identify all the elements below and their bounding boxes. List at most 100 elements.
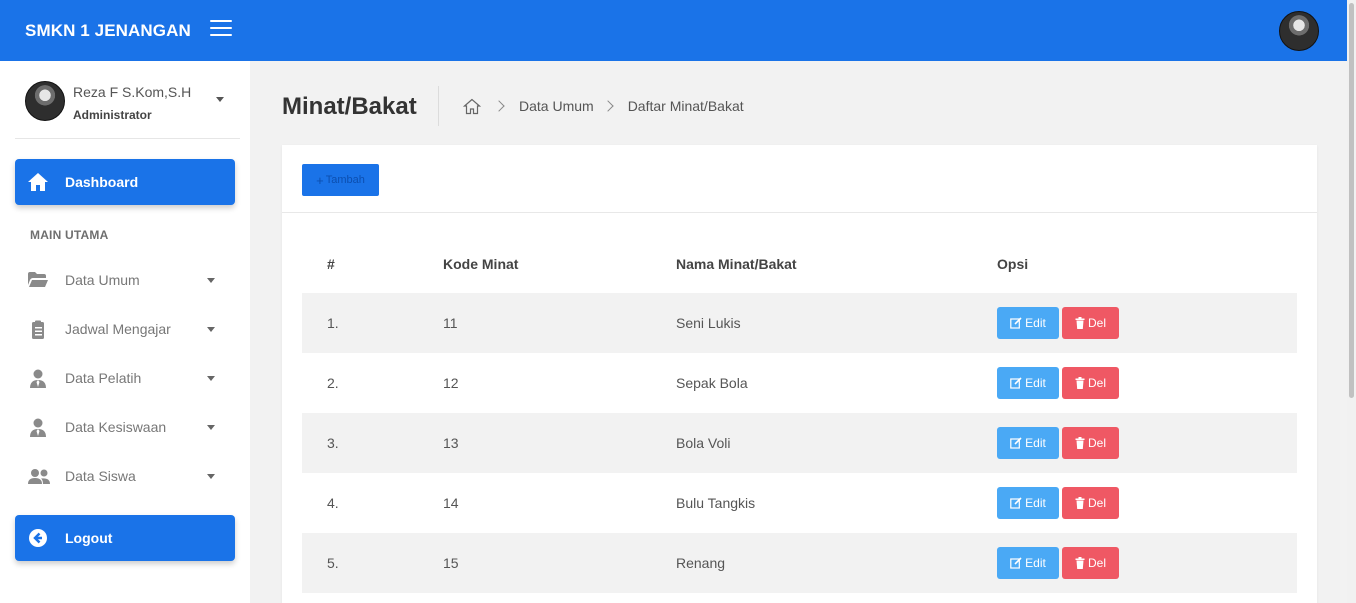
trash-icon	[1075, 377, 1085, 389]
kode-minat: 15	[443, 555, 459, 571]
page-scrollbar[interactable]	[1347, 0, 1356, 603]
sidebar: Reza F S.Kom,S.H Administrator Dashboard…	[0, 61, 250, 603]
delete-label: Del	[1087, 316, 1106, 330]
delete-label: Del	[1087, 496, 1106, 510]
hamburger-menu-icon[interactable]	[210, 20, 232, 38]
table-header: # Kode Minat Nama Minat/Bakat Opsi	[302, 233, 1297, 293]
user-tie-icon	[30, 369, 46, 388]
column-header: Kode Minat	[443, 256, 519, 272]
edit-label: Edit	[1025, 376, 1046, 390]
delete-label: Del	[1087, 436, 1106, 450]
page-title: Minat/Bakat	[282, 93, 417, 120]
delete-label: Del	[1087, 376, 1106, 390]
trash-icon	[1075, 437, 1085, 449]
kode-minat: 11	[443, 315, 458, 331]
kode-minat: 14	[443, 495, 459, 511]
edit-label: Edit	[1025, 556, 1046, 570]
chevron-down-icon	[207, 474, 215, 479]
user-role: Administrator	[73, 108, 152, 122]
row-number: 1.	[327, 315, 339, 331]
edit-label: Edit	[1025, 316, 1046, 330]
sidebar-item-label: Jadwal Mengajar	[65, 321, 171, 337]
nama-minat: Seni Lukis	[676, 315, 741, 331]
home-icon	[28, 173, 48, 191]
delete-button[interactable]: Del	[1062, 547, 1119, 579]
user-tie-icon	[30, 418, 46, 437]
plus-icon: +	[316, 172, 324, 188]
sidebar-item-data-kesiswaan[interactable]: Data Kesiswaan	[15, 407, 235, 447]
nama-minat: Renang	[676, 555, 726, 571]
edit-icon	[1010, 377, 1022, 389]
sidebar-item-data-siswa[interactable]: Data Siswa	[15, 456, 235, 496]
breadcrumb-item[interactable]: Data Umum	[519, 98, 594, 114]
chevron-down-icon	[207, 376, 215, 381]
dashboard-label: Dashboard	[65, 174, 139, 190]
card-header: + Tambah	[282, 145, 1317, 213]
folder-open-icon	[28, 272, 48, 287]
column-header: Nama Minat/Bakat	[676, 256, 797, 272]
nama-minat: Sepak Bola	[676, 375, 748, 391]
sidebar-item-label: Data Umum	[65, 272, 140, 288]
title-divider	[438, 86, 439, 126]
content-card: + Tambah # Kode Minat Nama Minat/Bakat O…	[282, 145, 1317, 603]
edit-icon	[1010, 497, 1022, 509]
row-number: 5.	[327, 555, 339, 571]
section-title: MAIN UTAMA	[30, 228, 109, 242]
sidebar-item-jadwal-mengajar[interactable]: Jadwal Mengajar	[15, 309, 235, 349]
trash-icon	[1075, 557, 1085, 569]
edit-button[interactable]: Edit	[997, 307, 1059, 339]
edit-button[interactable]: Edit	[997, 427, 1059, 459]
row-number: 3.	[327, 435, 339, 451]
breadcrumb-chevron-icon	[602, 100, 614, 112]
delete-button[interactable]: Del	[1062, 307, 1119, 339]
brand-name[interactable]: SMKN 1 JENANGAN	[25, 21, 191, 41]
chevron-down-icon[interactable]	[216, 97, 224, 102]
arrow-left-circle-icon	[29, 529, 47, 547]
trash-icon	[1075, 497, 1085, 509]
table-row: 3. 13 Bola Voli Edit Del	[302, 413, 1297, 473]
chevron-down-icon	[207, 278, 215, 283]
edit-label: Edit	[1025, 496, 1046, 510]
edit-button[interactable]: Edit	[997, 487, 1059, 519]
delete-button[interactable]: Del	[1062, 487, 1119, 519]
nama-minat: Bulu Tangkis	[676, 495, 756, 511]
brand-bar: SMKN 1 JENANGAN	[0, 0, 250, 61]
chevron-down-icon	[207, 327, 215, 332]
sidebar-item-data-pelatih[interactable]: Data Pelatih	[15, 358, 235, 398]
sidebar-item-label: Data Siswa	[65, 468, 136, 484]
logout-button[interactable]: Logout	[15, 515, 235, 561]
add-button[interactable]: + Tambah	[302, 164, 379, 196]
home-icon[interactable]	[463, 98, 481, 115]
sidebar-item-data-umum[interactable]: Data Umum	[15, 260, 235, 300]
breadcrumb-chevron-icon	[493, 100, 505, 112]
edit-icon	[1010, 317, 1022, 329]
edit-label: Edit	[1025, 436, 1046, 450]
clipboard-icon	[32, 320, 44, 339]
table-row: 4. 14 Bulu Tangkis Edit Del	[302, 473, 1297, 533]
breadcrumb-current: Daftar Minat/Bakat	[627, 98, 744, 114]
table-row: 2. 12 Sepak Bola Edit Del	[302, 353, 1297, 413]
edit-icon	[1010, 437, 1022, 449]
row-number: 2.	[327, 375, 339, 391]
dashboard-button[interactable]: Dashboard	[15, 159, 235, 205]
delete-label: Del	[1087, 556, 1106, 570]
delete-button[interactable]: Del	[1062, 367, 1119, 399]
edit-button[interactable]: Edit	[997, 547, 1059, 579]
logout-label: Logout	[65, 530, 113, 546]
edit-button[interactable]: Edit	[997, 367, 1059, 399]
sidebar-item-label: Data Kesiswaan	[65, 419, 167, 435]
table-row: 1. 11 Seni Lukis Edit Del	[302, 293, 1297, 353]
add-button-label: Tambah	[325, 174, 365, 186]
nama-minat: Bola Voli	[676, 435, 731, 451]
divider	[15, 138, 240, 139]
delete-button[interactable]: Del	[1062, 427, 1119, 459]
column-header: #	[327, 256, 335, 272]
edit-icon	[1010, 557, 1022, 569]
users-icon	[28, 469, 50, 484]
scroll-thumb[interactable]	[1349, 3, 1354, 398]
trash-icon	[1075, 317, 1085, 329]
user-panel[interactable]: Reza F S.Kom,S.H Administrator	[25, 81, 240, 139]
kode-minat: 12	[443, 375, 459, 391]
profile-avatar[interactable]	[1279, 11, 1319, 51]
user-name: Reza F S.Kom,S.H	[73, 84, 192, 100]
